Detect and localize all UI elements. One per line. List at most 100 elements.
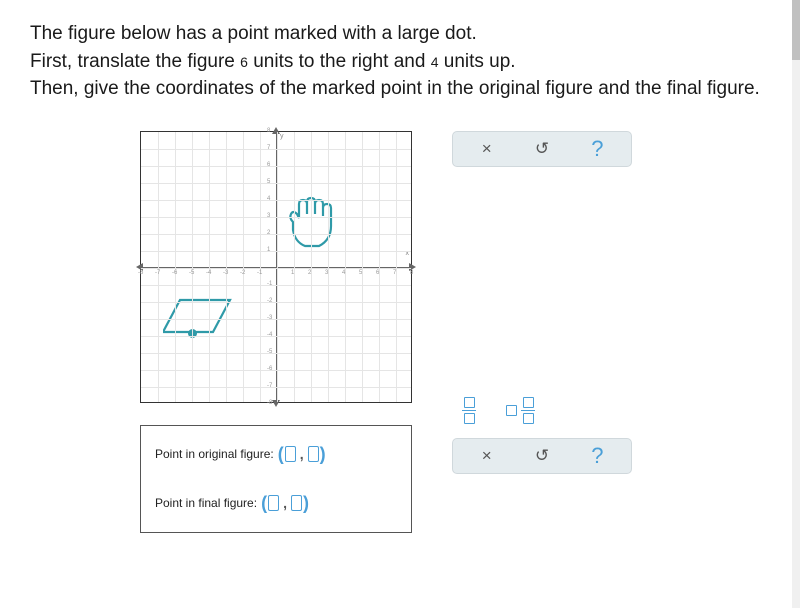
x-tick-label: 1: [291, 270, 294, 276]
grid-line: [141, 285, 411, 286]
x-tick-label: -3: [223, 270, 228, 276]
scrollbar-thumb[interactable]: [792, 0, 800, 60]
grid-line: [328, 132, 329, 402]
graph-toolbar: × ↺ ?: [452, 131, 632, 167]
reset-button[interactable]: ↺: [527, 442, 557, 470]
grid-line: [141, 217, 411, 218]
y-tick-label: 4: [267, 196, 270, 202]
x-tick-label: -6: [172, 270, 177, 276]
fraction-button[interactable]: [462, 397, 476, 424]
grid-line: [396, 132, 397, 402]
grid-line: [141, 319, 411, 320]
question-line3: Then, give the coordinates of the marked…: [30, 78, 760, 99]
y-tick-label: -8: [267, 400, 272, 406]
translate-dx: 6: [240, 54, 248, 70]
x-tick-label: -4: [206, 270, 211, 276]
x-tick-label: 3: [325, 270, 328, 276]
fraction-tools: [452, 397, 632, 424]
grid-line: [209, 132, 210, 402]
grid-line: [226, 132, 227, 402]
grid-line: [141, 302, 411, 303]
axis-arrow-down-icon: [272, 400, 280, 407]
y-tick-label: -6: [267, 366, 272, 372]
y-tick-label: 8: [267, 128, 270, 134]
final-point-label: Point in final figure:: [155, 496, 257, 510]
final-point-input[interactable]: ( , ): [261, 493, 309, 514]
question-line2b: units to the right and: [248, 51, 431, 72]
y-input-slot[interactable]: [308, 446, 319, 462]
paren-close-icon: ): [320, 444, 326, 465]
original-point-input[interactable]: ( , ): [278, 444, 326, 465]
x-tick-label: 6: [376, 270, 379, 276]
grid-line: [141, 387, 411, 388]
y-tick-label: -5: [267, 349, 272, 355]
grid-line: [141, 268, 411, 269]
fraction-bar-icon: [521, 410, 535, 411]
y-tick-label: 2: [267, 230, 270, 236]
grid-line: [141, 251, 411, 252]
x-tick-label: -1: [257, 270, 262, 276]
grid-line: [294, 132, 295, 402]
grid-line: [141, 370, 411, 371]
reset-icon: ↺: [535, 446, 549, 466]
question-line2a: First, translate the figure: [30, 51, 240, 72]
scrollbar[interactable]: [792, 0, 800, 608]
grid-line: [379, 132, 380, 402]
grid-line: [243, 132, 244, 402]
help-button[interactable]: ?: [582, 135, 612, 163]
fraction-numerator-icon: [464, 397, 475, 408]
y-tick-label: -4: [267, 332, 272, 338]
x-tick-label: 7: [393, 270, 396, 276]
y-tick-label: 3: [267, 213, 270, 219]
close-button[interactable]: ×: [472, 442, 502, 470]
mixed-whole-icon: [506, 405, 517, 416]
fraction-bar-icon: [462, 410, 476, 411]
coordinate-graph[interactable]: y x -8-7-6-5-4-3-2-11234567887654321-1-2…: [140, 131, 412, 403]
original-point-label: Point in original figure:: [155, 447, 274, 461]
grid-line: [141, 166, 411, 167]
x-tick-label: 8: [410, 270, 413, 276]
parallelogram-shape[interactable]: [163, 298, 235, 336]
final-point-row: Point in final figure: ( , ): [155, 493, 397, 514]
x-tick-label: -8: [138, 270, 143, 276]
fraction-denominator-icon: [523, 413, 534, 424]
x-tick-label: -2: [240, 270, 245, 276]
question-line1: The figure below has a point marked with…: [30, 23, 477, 44]
grid-line: [141, 183, 411, 184]
help-icon: ?: [591, 136, 603, 162]
help-icon: ?: [591, 443, 603, 469]
fraction-numerator-icon: [523, 397, 534, 408]
original-point-row: Point in original figure: ( , ): [155, 444, 397, 465]
y-tick-label: 5: [267, 179, 270, 185]
x-input-slot[interactable]: [285, 446, 296, 462]
y-tick-label: -7: [267, 383, 272, 389]
grid-line: [311, 132, 312, 402]
grid-line: [141, 149, 411, 150]
help-button[interactable]: ?: [582, 442, 612, 470]
grid-line: [345, 132, 346, 402]
comma-icon: ,: [300, 446, 304, 462]
answer-toolbar: × ↺ ?: [452, 438, 632, 474]
close-button[interactable]: ×: [472, 135, 502, 163]
grid-line: [158, 132, 159, 402]
grid-line: [141, 200, 411, 201]
y-input-slot[interactable]: [291, 495, 302, 511]
mixed-fraction-button[interactable]: [506, 397, 535, 424]
paren-open-icon: (: [261, 493, 267, 514]
paren-open-icon: (: [278, 444, 284, 465]
x-input-slot[interactable]: [268, 495, 279, 511]
close-icon: ×: [482, 139, 492, 159]
grid-line: [141, 353, 411, 354]
y-tick-label: 6: [267, 162, 270, 168]
y-tick-label: -2: [267, 298, 272, 304]
grid-line: [277, 132, 278, 402]
reset-button[interactable]: ↺: [527, 135, 557, 163]
y-tick-label: -3: [267, 315, 272, 321]
comma-icon: ,: [283, 495, 287, 511]
grid-line: [362, 132, 363, 402]
y-axis-label: y: [280, 133, 284, 140]
x-tick-label: -5: [189, 270, 194, 276]
axis-arrow-up-icon: [272, 127, 280, 134]
fraction-denominator-icon: [464, 413, 475, 424]
grid-line: [260, 132, 261, 402]
